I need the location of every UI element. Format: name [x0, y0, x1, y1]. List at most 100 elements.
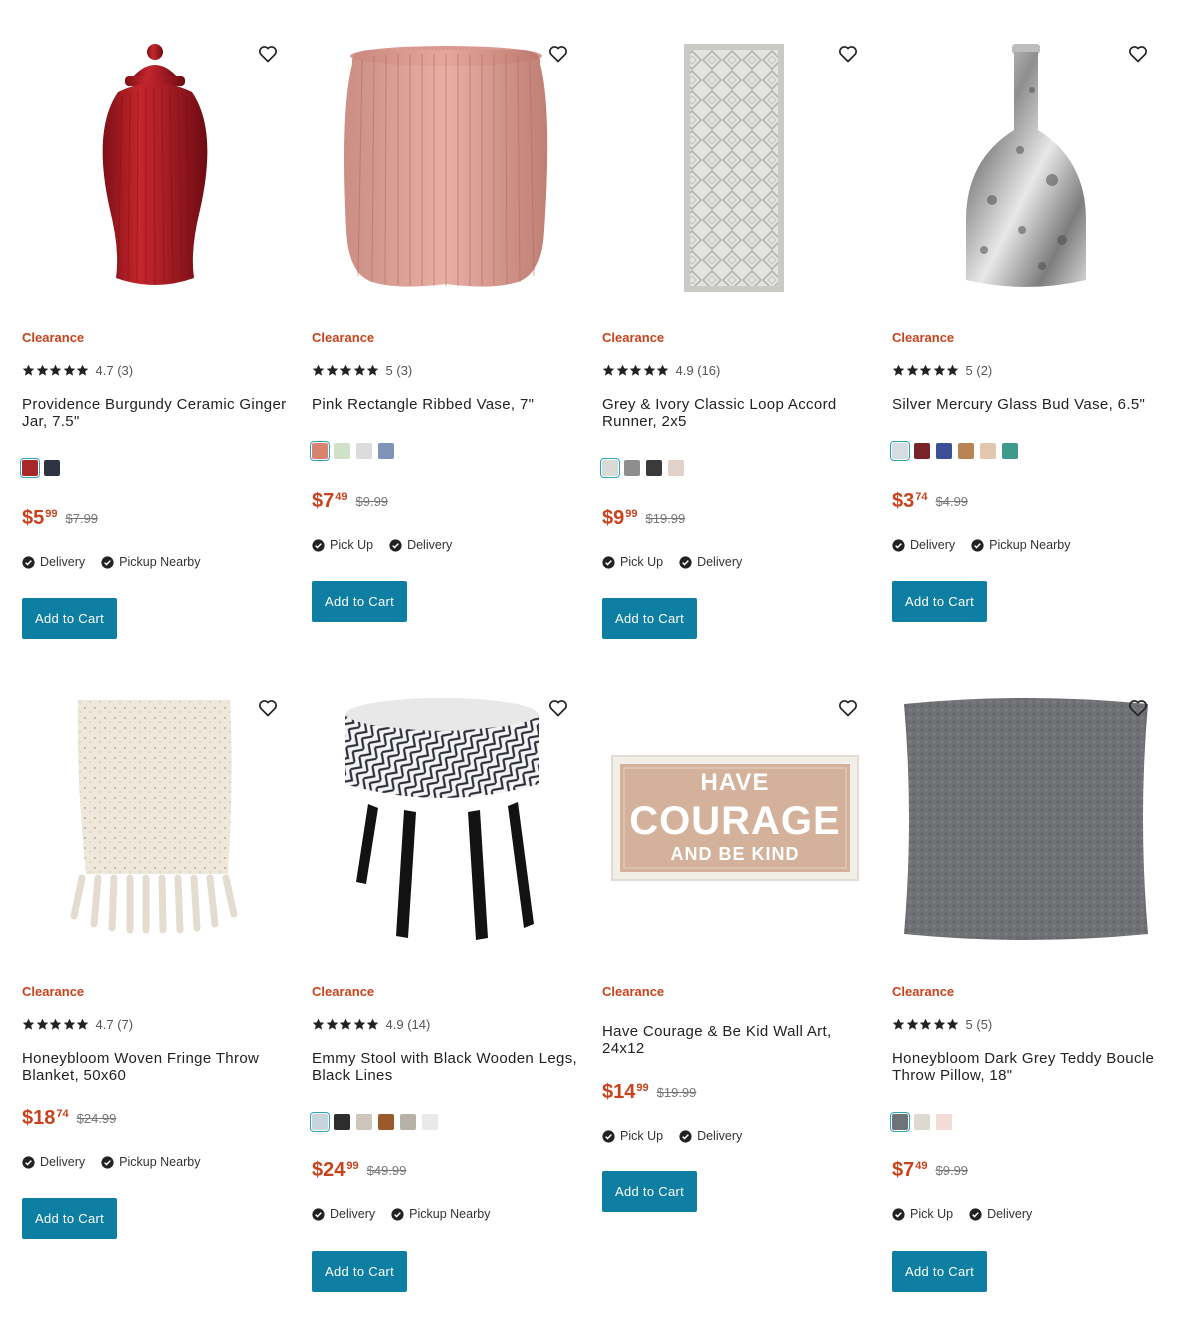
fulfillment-option: Pick Up	[892, 1207, 953, 1221]
color-swatch[interactable]	[914, 443, 930, 459]
price-cents: 99	[636, 1082, 649, 1094]
star-rating-icon	[892, 1018, 960, 1031]
review-count[interactable]: (7)	[117, 1017, 133, 1032]
throw-blanket-image[interactable]	[22, 684, 292, 954]
add-to-cart-button[interactable]: Add to Cart	[892, 1251, 987, 1292]
color-swatch[interactable]	[889, 1111, 911, 1133]
product-title[interactable]: Pink Rectangle Ribbed Vase, 7"	[312, 396, 580, 413]
check-circle-icon	[971, 538, 984, 552]
product-title[interactable]: Silver Mercury Glass Bud Vase, 6.5"	[892, 396, 1160, 413]
color-swatch[interactable]	[356, 443, 372, 459]
review-count[interactable]: (2)	[976, 363, 992, 378]
throw-pillow-image[interactable]	[892, 684, 1162, 954]
review-count[interactable]: (5)	[976, 1017, 992, 1032]
product-title[interactable]: Have Courage & Be Kid Wall Art, 24x12	[602, 1023, 870, 1057]
rating-value: 5	[385, 363, 393, 378]
add-to-cart-button[interactable]: Add to Cart	[602, 598, 697, 639]
color-swatch[interactable]	[378, 1114, 394, 1130]
color-swatch[interactable]	[646, 460, 662, 476]
heart-icon[interactable]	[548, 44, 568, 64]
product-card[interactable]: HAVE COURAGE AND BE KIND Clearance Have …	[602, 684, 872, 1244]
wall-art-image[interactable]: HAVE COURAGE AND BE KIND	[602, 684, 872, 954]
color-swatch[interactable]	[668, 460, 684, 476]
clearance-badge: Clearance	[892, 330, 955, 345]
product-title[interactable]: Emmy Stool with Black Wooden Legs, Black…	[312, 1050, 580, 1084]
color-swatch[interactable]	[422, 1114, 438, 1130]
review-count[interactable]: (14)	[407, 1017, 430, 1032]
heart-icon[interactable]	[1128, 44, 1148, 64]
color-swatch[interactable]	[334, 443, 350, 459]
product-title[interactable]: Honeybloom Dark Grey Teddy Boucle Throw …	[892, 1050, 1160, 1084]
color-swatch[interactable]	[980, 443, 996, 459]
color-swatch[interactable]	[624, 460, 640, 476]
mercury-vase-image[interactable]	[892, 30, 1162, 300]
color-swatch[interactable]	[1002, 443, 1018, 459]
product-card[interactable]: Clearance 4.7 (3) Providence Burgundy Ce…	[19, 30, 292, 650]
color-swatch[interactable]	[889, 440, 911, 462]
color-swatch[interactable]	[378, 443, 394, 459]
art-text-line: AND BE KIND	[670, 844, 799, 864]
color-swatch[interactable]	[334, 1114, 350, 1130]
add-to-cart-button[interactable]: Add to Cart	[602, 1171, 697, 1212]
heart-icon[interactable]	[258, 44, 278, 64]
review-count[interactable]: (3)	[396, 363, 412, 378]
fulfillment-option: Pick Up	[602, 1129, 663, 1143]
price-dollars: $14	[602, 1081, 636, 1103]
fulfillment-option: Delivery	[22, 555, 85, 569]
ribbed-vase-image[interactable]	[312, 30, 582, 300]
review-count[interactable]: (16)	[697, 363, 720, 378]
product-title[interactable]: Honeybloom Woven Fringe Throw Blanket, 5…	[22, 1050, 290, 1084]
heart-icon[interactable]	[1128, 698, 1148, 718]
price-dollars: $3	[892, 490, 915, 512]
product-card[interactable]: Clearance 5 (2) Silver Mercury Glass Bud…	[889, 30, 1162, 650]
add-to-cart-button[interactable]: Add to Cart	[892, 581, 987, 622]
color-swatches	[889, 1111, 958, 1133]
color-swatch[interactable]	[19, 457, 41, 479]
fulfillment-label: Delivery	[697, 555, 743, 569]
heart-icon[interactable]	[838, 698, 858, 718]
heart-icon[interactable]	[838, 44, 858, 64]
fulfillment-option: Delivery	[969, 1207, 1032, 1221]
fulfillment-label: Pick Up	[620, 555, 664, 569]
stool-image[interactable]	[312, 684, 582, 954]
fulfillment-label: Delivery	[987, 1207, 1033, 1221]
color-swatch[interactable]	[936, 1114, 952, 1130]
color-swatch[interactable]	[400, 1114, 416, 1130]
product-card[interactable]: Clearance 4.9 (14) Emmy Stool with Black…	[309, 684, 582, 1304]
color-swatch[interactable]	[936, 443, 952, 459]
color-swatch[interactable]	[599, 457, 621, 479]
review-count[interactable]: (3)	[117, 363, 133, 378]
ginger-jar-image[interactable]	[22, 30, 292, 300]
rating-value: 4.7	[95, 363, 114, 378]
check-circle-icon	[892, 1207, 905, 1221]
add-to-cart-button[interactable]: Add to Cart	[22, 1198, 117, 1239]
heart-icon[interactable]	[548, 698, 568, 718]
rating: 5 (3)	[312, 363, 412, 378]
add-to-cart-button[interactable]: Add to Cart	[312, 581, 407, 622]
add-to-cart-button[interactable]: Add to Cart	[312, 1251, 407, 1292]
product-card[interactable]: Clearance 4.7 (7) Honeybloom Woven Fring…	[22, 684, 292, 1284]
color-swatch[interactable]	[44, 460, 60, 476]
price-dollars: $5	[22, 507, 45, 529]
fulfillment-option: Delivery	[892, 538, 955, 552]
check-circle-icon	[602, 555, 615, 569]
color-swatch[interactable]	[309, 440, 331, 462]
price: $3 74 $4.99	[892, 491, 968, 513]
rug-runner-image[interactable]	[602, 30, 872, 300]
color-swatch[interactable]	[958, 443, 974, 459]
star-rating-icon	[602, 364, 670, 377]
heart-icon[interactable]	[258, 698, 278, 718]
product-card[interactable]: Clearance 4.9 (16) Grey & Ivory Classic …	[599, 30, 872, 650]
color-swatch[interactable]	[914, 1114, 930, 1130]
add-to-cart-button[interactable]: Add to Cart	[22, 598, 117, 639]
fulfillment-label: Pick Up	[330, 538, 374, 552]
product-title[interactable]: Providence Burgundy Ceramic Ginger Jar, …	[22, 396, 290, 430]
rating: 4.9 (16)	[602, 363, 720, 378]
fulfillment-option: Pick Up	[312, 538, 373, 552]
product-title[interactable]: Grey & Ivory Classic Loop Accord Runner,…	[602, 396, 870, 430]
fulfillment-option: Pickup Nearby	[971, 538, 1070, 552]
color-swatch[interactable]	[309, 1111, 331, 1133]
color-swatch[interactable]	[356, 1114, 372, 1130]
product-card[interactable]: Clearance 5 (3) Pink Rectangle Ribbed Va…	[309, 30, 582, 650]
product-card[interactable]: Clearance 5 (5) Honeybloom Dark Grey Ted…	[889, 684, 1162, 1304]
